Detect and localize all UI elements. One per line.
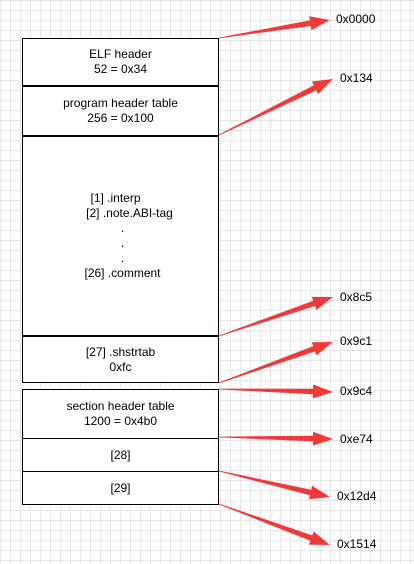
offset-arrow-5 <box>219 431 333 446</box>
offset-label-6: 0x12d4 <box>337 489 377 503</box>
offset-label-5: 0xe74 <box>340 432 373 446</box>
offset-label-0: 0x0000 <box>336 12 376 26</box>
offset-label-7: 0x1514 <box>337 537 377 551</box>
offset-label-2: 0x8c5 <box>340 290 373 304</box>
offset-arrow-4 <box>219 384 333 399</box>
offset-arrow-0 <box>218 16 330 39</box>
offset-arrow-7 <box>218 503 330 545</box>
offset-label-3: 0x9c1 <box>340 334 373 348</box>
offset-label-4: 0x9c4 <box>340 384 373 398</box>
offset-arrow-6 <box>218 470 330 500</box>
offset-arrow-2 <box>218 296 333 337</box>
offset-label-1: 0x134 <box>340 71 373 85</box>
offset-arrow-1 <box>218 79 333 136</box>
offset-arrow-3 <box>218 342 333 384</box>
